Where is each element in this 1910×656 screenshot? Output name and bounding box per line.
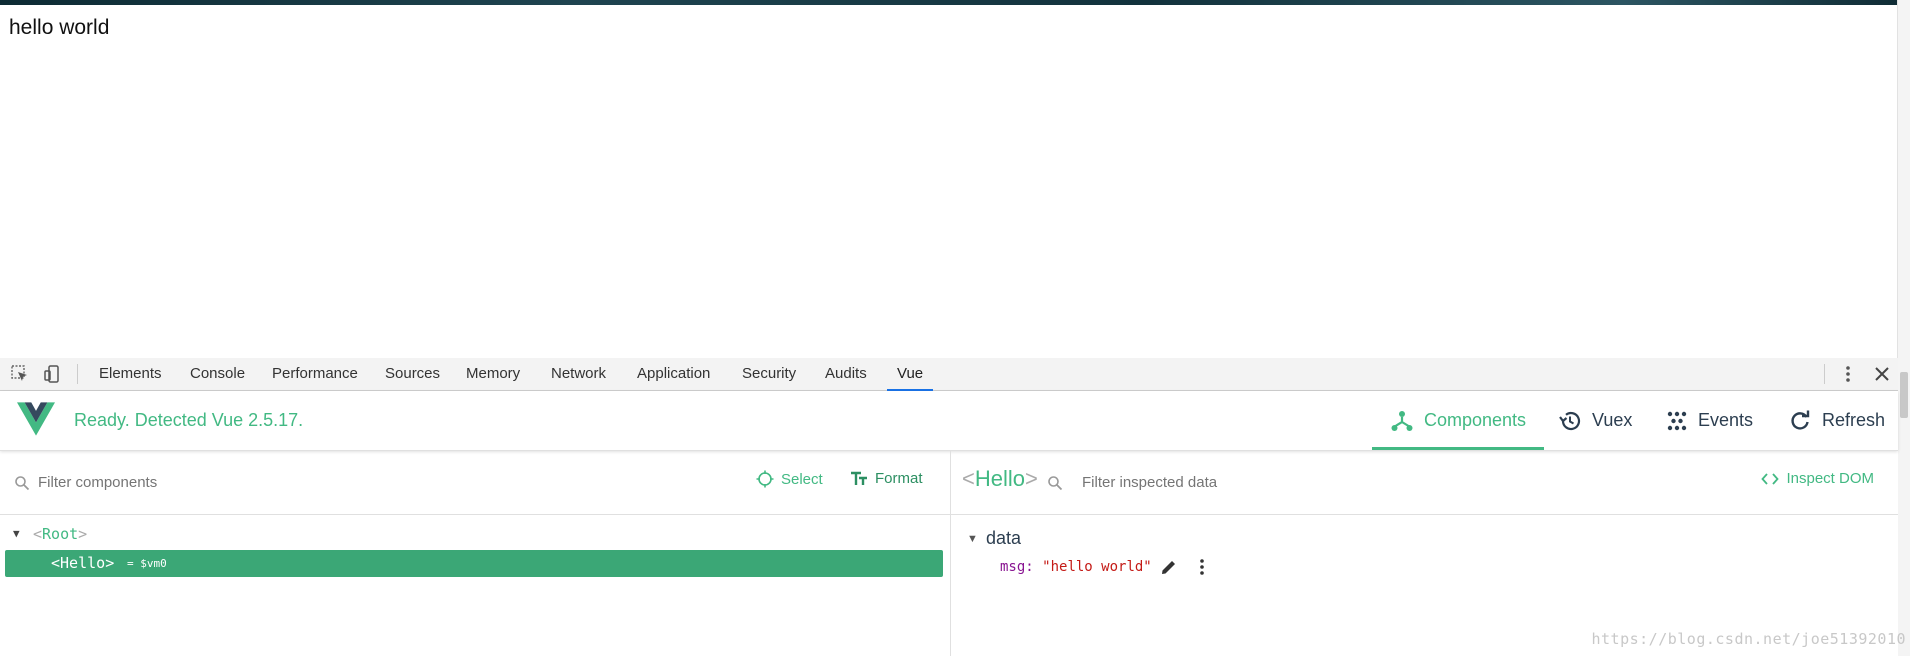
devtools-panel: Elements Console Performance Sources Mem…: [0, 358, 1898, 656]
components-icon: [1391, 410, 1413, 431]
more-vertical-icon[interactable]: [1196, 558, 1208, 576]
inspect-dom-label: Inspect DOM: [1786, 470, 1874, 487]
data-section-title[interactable]: data: [986, 528, 1021, 549]
tab-vue[interactable]: Vue: [886, 358, 934, 391]
refresh-label: Refresh: [1822, 410, 1886, 430]
refresh-button[interactable]: Refresh: [1788, 391, 1885, 450]
tab-application[interactable]: Application: [637, 358, 710, 390]
inspector-pane: <Hello> Inspect DOM ▼ data msg: "hello w…: [951, 451, 1898, 656]
inspector-header: <Hello> Inspect DOM: [951, 451, 1898, 515]
tree-node-root[interactable]: ▼ <Root>: [5, 521, 943, 548]
property-value[interactable]: "hello world": [1042, 559, 1152, 575]
tab-sources[interactable]: Sources: [385, 358, 440, 390]
refresh-icon: [1791, 410, 1810, 430]
edit-pencil-icon[interactable]: [1160, 558, 1178, 576]
page-scrollbar[interactable]: [1897, 0, 1910, 656]
format-label: Format: [875, 470, 923, 487]
crosshair-icon: [756, 470, 774, 488]
components-filter-bar: Select Format: [0, 451, 950, 515]
toolbar-divider: [77, 364, 78, 384]
data-property-row: msg: "hello world": [1000, 559, 1152, 575]
root-tag: <Root>: [33, 525, 88, 543]
format-button[interactable]: Format: [850, 470, 923, 487]
tab-vuex[interactable]: Vuex: [1558, 391, 1632, 450]
hello-tag: <Hello>: [51, 554, 115, 572]
tab-components[interactable]: Components: [1372, 391, 1545, 450]
tab-security[interactable]: Security: [742, 358, 796, 390]
page-text: hello world: [9, 16, 110, 39]
tree-node-hello[interactable]: <Hello> = $vm0: [5, 550, 943, 577]
tab-audits[interactable]: Audits: [825, 358, 867, 390]
section-expand-arrow-icon[interactable]: ▼: [967, 533, 978, 545]
device-toolbar-icon[interactable]: [42, 364, 62, 384]
toolbar-divider-right: [1824, 364, 1825, 384]
select-button[interactable]: Select: [756, 470, 823, 488]
events-label: Events: [1698, 410, 1754, 430]
more-options-icon[interactable]: [1838, 364, 1858, 384]
devtools-tabbar: Elements Console Performance Sources Mem…: [0, 358, 1898, 391]
search-icon: [1048, 476, 1063, 491]
components-pane: Select Format ▼ <Root> <Hello> = $vm0: [0, 451, 951, 656]
tab-events[interactable]: Events: [1666, 391, 1753, 450]
tab-network[interactable]: Network: [551, 358, 606, 390]
page-content: hello world: [0, 5, 1898, 358]
text-format-icon: [851, 471, 867, 485]
tab-console[interactable]: Console: [190, 358, 245, 390]
vue-header: Ready. Detected Vue 2.5.17. Components V…: [0, 391, 1898, 451]
vuex-label: Vuex: [1592, 410, 1633, 430]
select-label: Select: [781, 470, 823, 488]
vue-status: Ready. Detected Vue 2.5.17.: [74, 410, 304, 430]
tab-elements[interactable]: Elements: [99, 358, 162, 390]
tab-performance[interactable]: Performance: [272, 358, 358, 390]
vm-reference: = $vm0: [127, 557, 167, 570]
inspected-component-name: <Hello>: [962, 466, 1038, 491]
close-icon[interactable]: [1872, 364, 1892, 384]
watermark: https://blog.csdn.net/joe51392010: [1591, 630, 1906, 648]
filter-components-input[interactable]: [38, 469, 538, 495]
inspect-element-icon[interactable]: [10, 364, 30, 384]
vue-logo-icon: [17, 402, 55, 436]
search-icon: [15, 476, 30, 491]
events-icon: [1667, 411, 1687, 430]
history-icon: [1559, 411, 1581, 430]
scrollbar-thumb[interactable]: [1900, 372, 1908, 418]
property-key: msg: [1000, 559, 1026, 575]
components-label: Components: [1424, 410, 1527, 430]
filter-inspected-data-input[interactable]: [1082, 469, 1582, 495]
inspect-dom-button[interactable]: Inspect DOM: [1761, 470, 1874, 487]
expand-arrow-icon[interactable]: ▼: [13, 527, 20, 540]
tab-memory[interactable]: Memory: [466, 358, 520, 390]
code-icon: [1761, 472, 1780, 485]
